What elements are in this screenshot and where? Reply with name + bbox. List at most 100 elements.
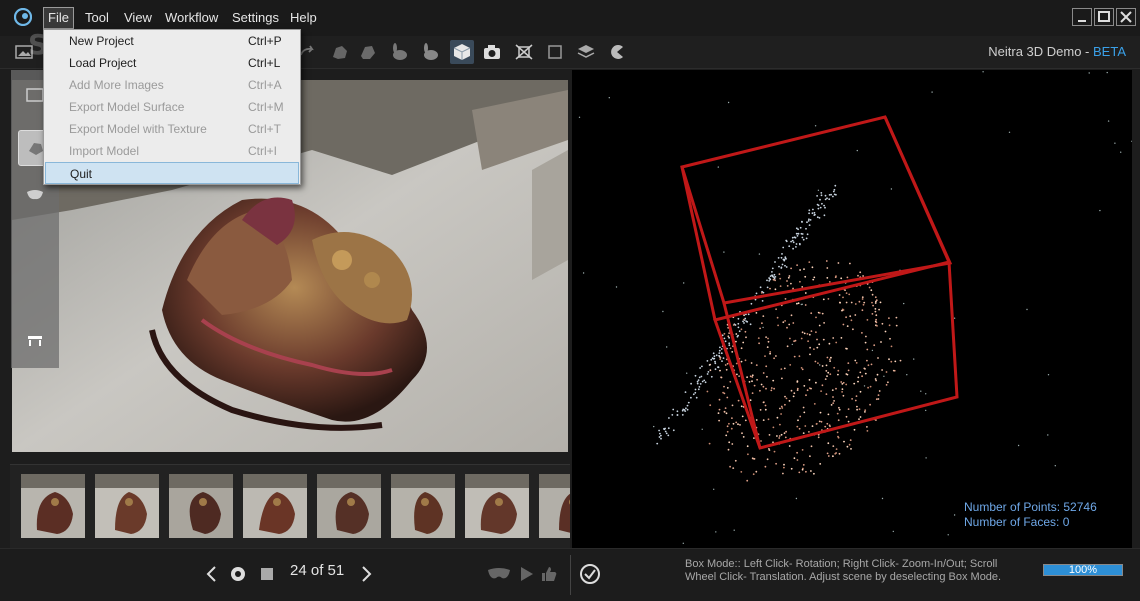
file-menu-item-add-more-images[interactable]: Add More Images Ctrl+A	[45, 74, 299, 96]
point-cloud	[578, 71, 1133, 544]
menu-settings[interactable]: Settings	[228, 8, 283, 28]
toolbar-rabbit-smooth-button[interactable]	[418, 40, 442, 64]
confirm-button[interactable]	[577, 561, 603, 587]
texture-icon	[361, 46, 375, 59]
toolbar-layers-button[interactable]	[574, 40, 598, 64]
thumbs-up-icon	[542, 567, 557, 581]
menu-item-shortcut: Ctrl+P	[248, 34, 282, 48]
thumbnail-strip	[10, 464, 570, 549]
rabbit-smooth-icon	[424, 43, 438, 60]
left-tool-collapse-button[interactable]	[18, 324, 52, 358]
menu-item-label: Export Model Surface	[69, 100, 185, 114]
thumbnail-image	[539, 474, 570, 538]
thumbnail-image	[317, 474, 381, 538]
chevron-left-icon	[206, 566, 216, 582]
file-menu-item-import-model[interactable]: Import Model Ctrl+I	[45, 140, 299, 162]
menu-view[interactable]: View	[120, 8, 156, 28]
toolbar-square-button[interactable]	[543, 40, 567, 64]
square-icon	[548, 45, 562, 59]
toolbar-camera-button[interactable]	[480, 40, 504, 64]
menu-file[interactable]: File	[43, 7, 74, 29]
approve-button[interactable]	[536, 561, 562, 587]
previous-image-button[interactable]	[198, 561, 224, 587]
thumbnail[interactable]	[243, 474, 307, 538]
thumbnail[interactable]	[465, 474, 529, 538]
menu-item-shortcut: Ctrl+I	[248, 144, 278, 158]
rabbit-icon	[393, 43, 407, 60]
file-menu-dropdown: New Project Ctrl+P Load Project Ctrl+L Add M…	[43, 29, 301, 185]
thumbnail[interactable]	[95, 474, 159, 538]
product-name: Neitra 3D Demo -	[988, 44, 1093, 59]
bounding-box[interactable]	[680, 115, 959, 450]
thumbnail-image	[95, 474, 159, 538]
toolbar-rabbit-button[interactable]	[387, 40, 411, 64]
stop-button[interactable]	[254, 561, 280, 587]
image-icon	[15, 45, 33, 59]
menu-item-label: Quit	[70, 167, 93, 181]
file-menu-item-quit[interactable]: Quit	[45, 162, 299, 184]
sculpt-icon	[333, 46, 347, 59]
toolbar-cube-button[interactable]	[450, 40, 474, 64]
thumbnail[interactable]	[391, 474, 455, 538]
check-circle-icon	[580, 564, 600, 584]
stop-icon	[261, 568, 273, 580]
menu-tool[interactable]: Tool	[81, 8, 113, 28]
bounding-box-edge	[680, 166, 717, 321]
thumbnail-image	[243, 474, 307, 538]
menu-item-shortcut: Ctrl+L	[248, 56, 281, 70]
thumbnail-image	[169, 474, 233, 538]
crop-icon	[515, 44, 533, 60]
beta-badge: BETA	[1093, 44, 1126, 59]
bottom-bar: 24 of 51 Box Mode:: Left Click- Rotation…	[0, 548, 1140, 601]
maximize-button[interactable]	[1094, 8, 1114, 26]
minimize-button[interactable]	[1072, 8, 1092, 26]
thumbnail[interactable]	[169, 474, 233, 538]
toolbar-sculpt-button[interactable]	[328, 40, 352, 64]
menu-workflow[interactable]: Workflow	[161, 8, 222, 28]
thumbnail-image	[21, 474, 85, 538]
menu-item-label: Add More Images	[69, 78, 164, 92]
thumbnail-image	[391, 474, 455, 538]
toolbar-pacman-button[interactable]	[605, 40, 629, 64]
mask-button[interactable]	[486, 561, 512, 587]
file-menu-item-load-project[interactable]: Load Project Ctrl+L	[45, 52, 299, 74]
redo-icon	[300, 45, 314, 56]
image-icon	[26, 88, 44, 102]
file-menu-item-export-model-with-texture[interactable]: Export Model with Texture Ctrl+T	[45, 118, 299, 140]
divider	[570, 555, 571, 595]
menu-item-shortcut: Ctrl+A	[248, 78, 282, 92]
thumbnail-image	[465, 474, 529, 538]
model-stats: Number of Points: 52746 Number of Faces:…	[964, 500, 1097, 530]
3d-viewport[interactable]: Number of Points: 52746 Number of Faces:…	[572, 70, 1133, 548]
menu-item-label: Export Model with Texture	[69, 122, 207, 136]
app-window: File Tool View Workflow Settings Help Ne…	[0, 0, 1140, 601]
menu-item-label: New Project	[69, 34, 134, 48]
thumbnail[interactable]	[539, 474, 570, 538]
bounding-box-edge	[722, 302, 762, 449]
image-counter: 24 of 51	[290, 562, 345, 579]
bounding-box-edge	[883, 116, 951, 263]
file-menu-item-new-project[interactable]: New Project Ctrl+P	[45, 30, 299, 52]
app-logo-icon	[14, 8, 32, 26]
next-image-button[interactable]	[354, 561, 380, 587]
progress-bar: 100%	[1043, 564, 1123, 576]
menu-item-label: Import Model	[69, 144, 140, 158]
menu-item-shortcut: Ctrl+T	[248, 122, 281, 136]
close-button[interactable]	[1116, 8, 1136, 26]
cube-icon	[453, 44, 471, 60]
toolbar-texture-button[interactable]	[356, 40, 380, 64]
layers-icon	[577, 45, 595, 58]
minimize-icon	[1078, 20, 1086, 22]
record-button[interactable]	[225, 561, 251, 587]
file-menu-item-export-model-surface[interactable]: Export Model Surface Ctrl+M	[45, 96, 299, 118]
toolbar-image-button[interactable]	[12, 40, 36, 64]
maximize-icon	[1098, 11, 1110, 22]
thumbnail[interactable]	[317, 474, 381, 538]
mask-icon	[27, 190, 43, 200]
bounding-box-front-face	[713, 260, 959, 450]
status-hint: Box Mode:: Left Click- Rotation; Right C…	[685, 558, 1002, 583]
toolbar-crop-button[interactable]	[512, 40, 536, 64]
menu-help[interactable]: Help	[286, 8, 321, 28]
product-title: Neitra 3D Demo - BETA	[988, 44, 1126, 59]
thumbnail[interactable]	[21, 474, 85, 538]
